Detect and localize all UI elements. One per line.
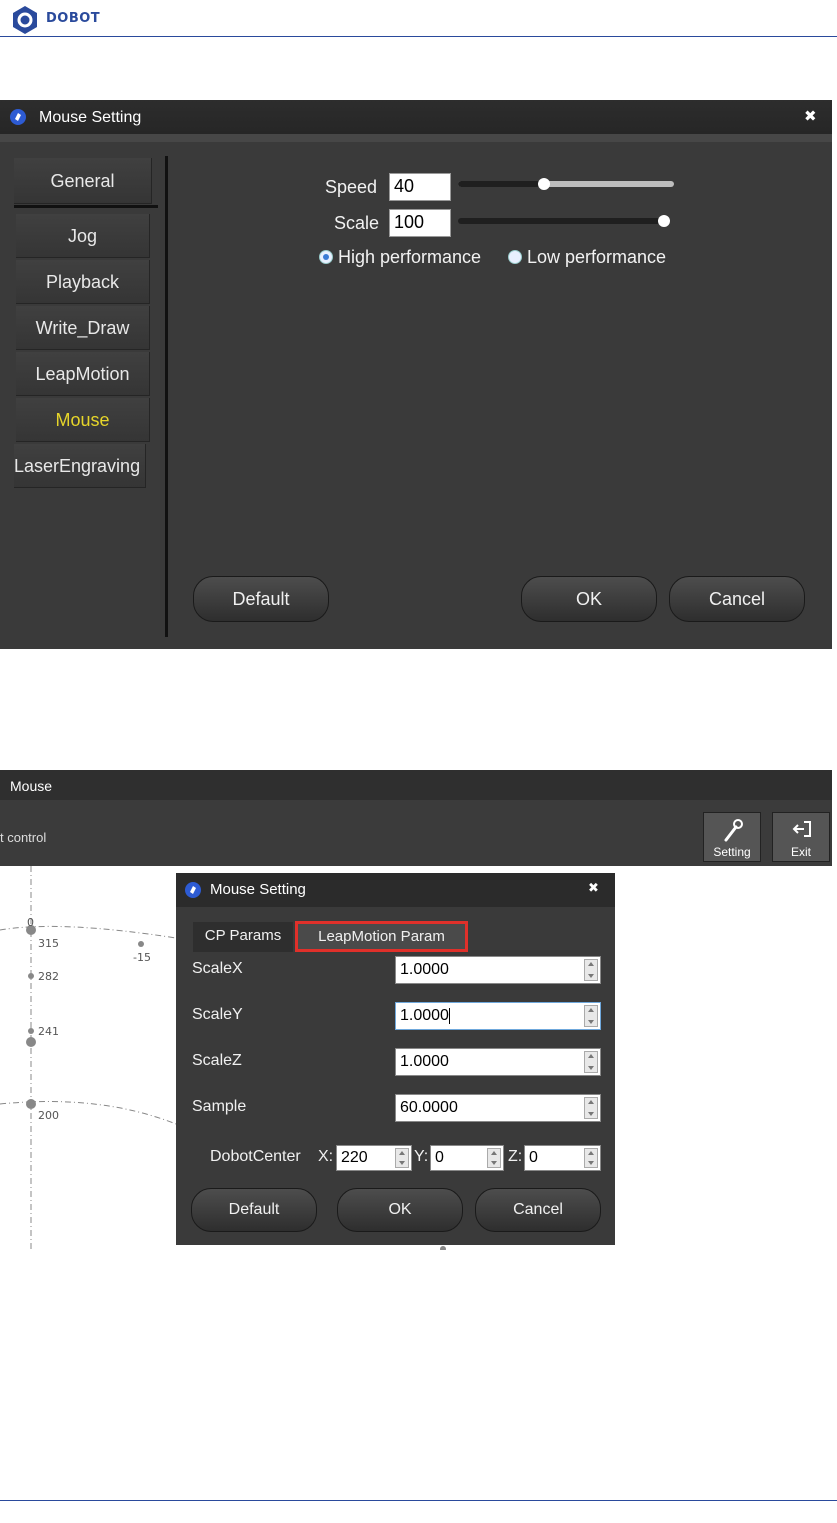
spinner-icon[interactable] <box>487 1148 501 1168</box>
spinner-icon[interactable] <box>584 1051 598 1073</box>
axis-label: -15 <box>133 951 151 964</box>
scaley-input[interactable]: 1.0000 <box>395 1002 601 1030</box>
plot-point <box>26 1099 36 1109</box>
scalez-value: 1.0000 <box>400 1053 449 1070</box>
nav-item-general[interactable]: General <box>14 158 152 204</box>
dialog2-title: Mouse Setting <box>210 881 306 898</box>
exit-icon <box>792 821 811 837</box>
scaley-value: 1.0000 <box>400 1007 449 1024</box>
scalex-label: ScaleX <box>192 960 243 977</box>
scalex-value: 1.0000 <box>400 961 449 978</box>
center-x-value: 220 <box>341 1149 368 1166</box>
nav-item-jog[interactable]: Jog <box>16 214 150 258</box>
brand-name: DOBOT <box>46 11 101 26</box>
scalex-input[interactable]: 1.0000 <box>395 956 601 984</box>
spinner-icon[interactable] <box>584 1005 598 1027</box>
scale-label: Scale <box>334 213 380 233</box>
plot-point <box>26 1037 36 1047</box>
nav-divider <box>165 156 168 637</box>
sample-label: Sample <box>192 1098 247 1115</box>
general-underline <box>14 205 158 208</box>
tab-cp-params[interactable]: CP Params <box>193 922 293 952</box>
low-performance-radio[interactable] <box>508 250 522 264</box>
default-button[interactable]: Default <box>193 576 329 622</box>
spinner-icon[interactable] <box>395 1148 409 1168</box>
cancel-button[interactable]: Cancel <box>475 1188 601 1232</box>
scalez-input[interactable]: 1.0000 <box>395 1048 601 1076</box>
spinner-icon[interactable] <box>584 1148 598 1168</box>
mouse-setting-dialog: Mouse Setting ✖ General Jog Playback Wri… <box>0 100 832 649</box>
center-y-label: Y: <box>414 1148 429 1165</box>
ok-button[interactable]: OK <box>521 576 657 622</box>
nav-item-leapmotion[interactable]: LeapMotion <box>16 352 150 396</box>
axis-label: 241 <box>38 1025 59 1038</box>
nav-item-playback[interactable]: Playback <box>16 260 150 304</box>
toolbar-text: t control <box>0 830 47 845</box>
axis-label: 0 <box>27 916 34 929</box>
sample-value: 60.0000 <box>400 1099 458 1116</box>
plot-point <box>28 973 34 979</box>
plot-point <box>440 1246 446 1250</box>
header-rule <box>0 36 837 37</box>
axis-label: 282 <box>38 970 59 983</box>
center-y-input[interactable]: 0 <box>430 1145 504 1171</box>
center-z-input[interactable]: 0 <box>524 1145 601 1171</box>
dobot-logo-icon <box>13 6 37 34</box>
wrench-icon <box>724 819 743 842</box>
speed-input[interactable]: 40 <box>389 173 451 201</box>
center-x-label: X: <box>318 1148 334 1165</box>
axis-label: 315 <box>38 937 59 950</box>
spinner-icon[interactable] <box>584 1097 598 1119</box>
setting-button[interactable]: Setting <box>703 812 761 862</box>
dialog-title: Mouse Setting <box>39 109 142 126</box>
center-y-value: 0 <box>435 1149 444 1166</box>
scale-input[interactable]: 100 <box>389 209 451 237</box>
high-performance-label: High performance <box>338 247 482 267</box>
close-icon[interactable]: ✖ <box>804 107 817 125</box>
scalez-label: ScaleZ <box>192 1052 242 1069</box>
cancel-button[interactable]: Cancel <box>669 576 805 622</box>
low-performance-label: Low performance <box>527 247 667 267</box>
dobot-center-label: DobotCenter <box>210 1148 301 1165</box>
center-z-label: Z: <box>508 1148 523 1165</box>
tab-leapmotion-param[interactable]: LeapMotion Param <box>295 921 468 952</box>
ok-button[interactable]: OK <box>337 1188 463 1232</box>
app-logo-icon <box>185 882 201 898</box>
plot-point <box>28 1028 34 1034</box>
nav-item-laserengraving[interactable]: LaserEngraving <box>14 444 146 488</box>
window-toolbar: t control Setting Exit <box>0 800 832 866</box>
scale-slider[interactable] <box>458 218 670 224</box>
speed-slider-handle[interactable] <box>538 178 550 190</box>
scale-slider-handle[interactable] <box>658 215 670 227</box>
titlebar-shadow <box>0 134 832 142</box>
close-icon[interactable]: ✖ <box>588 881 599 896</box>
window-title: Mouse <box>10 778 53 794</box>
speed-slider-fill <box>458 181 544 187</box>
dialog2-titlebar: Mouse Setting ✖ <box>176 873 615 907</box>
scaley-label: ScaleY <box>192 1006 243 1023</box>
nav-item-write-draw[interactable]: Write_Draw <box>16 306 150 350</box>
sample-input[interactable]: 60.0000 <box>395 1094 601 1122</box>
spinner-icon[interactable] <box>584 959 598 981</box>
mouse-setting-dialog-2: Mouse Setting ✖ CP Params LeapMotion Par… <box>176 873 615 1245</box>
default-button[interactable]: Default <box>191 1188 317 1232</box>
app-logo-icon <box>10 109 26 125</box>
plot-point <box>138 941 144 947</box>
footer-rule <box>0 1500 837 1501</box>
high-performance-radio[interactable] <box>319 250 333 264</box>
axis-label: 200 <box>38 1109 59 1122</box>
window-titlebar: Mouse <box>0 770 832 800</box>
dialog-titlebar: Mouse Setting ✖ <box>0 100 832 134</box>
center-z-value: 0 <box>529 1149 538 1166</box>
text-caret <box>448 1007 450 1024</box>
exit-label: Exit <box>790 845 811 859</box>
speed-label: Speed <box>325 177 378 197</box>
nav-item-mouse[interactable]: Mouse <box>16 398 150 442</box>
exit-button[interactable]: Exit <box>772 812 830 862</box>
center-x-input[interactable]: 220 <box>336 1145 412 1171</box>
setting-label: Setting <box>713 845 751 859</box>
